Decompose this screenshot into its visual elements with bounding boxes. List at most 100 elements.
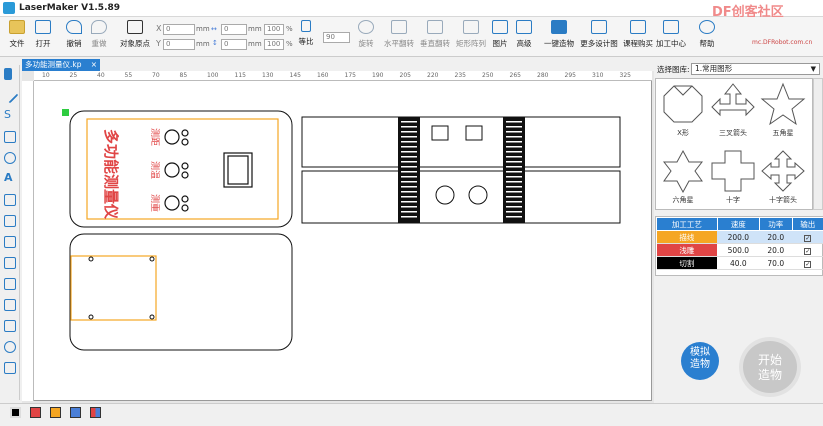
toolbar: 文件 打开 撤销 重做 对象原点 X 0 mm Y 0 mm ↔ 0 mm ↕ …: [0, 17, 823, 57]
eraser-tool-icon[interactable]: [4, 257, 16, 269]
more-designs-button[interactable]: 更多设计图: [580, 20, 618, 54]
hinge-slit: [506, 211, 522, 213]
label-temperature: 测温: [149, 161, 160, 179]
round-cut-1: [435, 185, 455, 205]
scale-y-input[interactable]: 100: [264, 39, 284, 50]
hinge-slit: [401, 191, 417, 193]
shape-library-scrollbar[interactable]: [813, 78, 823, 210]
watermark-url: mc.DFRobot.com.cn: [752, 39, 813, 46]
process-power[interactable]: 70.0: [759, 256, 793, 270]
table-row[interactable]: 浅雕 500.0 20.0 ✓: [656, 243, 823, 257]
simulate-button[interactable]: 模拟 造物: [681, 342, 719, 380]
help-icon: [699, 20, 715, 34]
undo-button[interactable]: 撤销: [63, 20, 85, 54]
shape-six-star[interactable]: 六角星: [660, 149, 706, 204]
swatch-blue[interactable]: [70, 407, 81, 418]
shape-cross[interactable]: 十字: [710, 149, 756, 204]
process-center-button[interactable]: 加工中心: [655, 20, 687, 54]
buy-course-button[interactable]: 课程购买: [622, 20, 654, 54]
close-tab-icon[interactable]: ×: [91, 59, 97, 71]
cross-arrow-icon: [761, 150, 805, 192]
rotate-button[interactable]: 旋转: [354, 20, 378, 54]
process-name[interactable]: 描线: [656, 230, 718, 244]
shape-x[interactable]: X形: [660, 82, 706, 137]
redo-button[interactable]: 重做: [88, 20, 110, 54]
design-canvas[interactable]: 多功能测量仪 测距 测温 测重: [34, 81, 652, 401]
align-tool-icon[interactable]: [4, 299, 16, 311]
swatch-red[interactable]: [30, 407, 41, 418]
swatch-black[interactable]: [10, 407, 21, 418]
left-toolbox: S A: [0, 65, 20, 400]
curve-tool-icon[interactable]: S: [4, 109, 16, 122]
pin-tool-icon[interactable]: [4, 320, 16, 332]
rectangle-tool-icon[interactable]: [4, 131, 16, 143]
frame-tool-icon[interactable]: [4, 236, 16, 248]
swatch-multi[interactable]: [90, 407, 101, 418]
y-input[interactable]: 0: [163, 39, 195, 50]
one-click-make-button[interactable]: 一键造物: [542, 20, 576, 54]
output-checkbox[interactable]: ✓: [804, 234, 812, 242]
open-file-icon: [35, 20, 51, 34]
line-tool-icon[interactable]: [1, 86, 19, 104]
open-button[interactable]: 打开: [32, 20, 54, 54]
output-checkbox[interactable]: ✓: [804, 260, 812, 268]
process-speed[interactable]: 200.0: [717, 230, 760, 244]
swatch-orange[interactable]: [50, 407, 61, 418]
x-label: X: [156, 24, 162, 33]
shield-tool-icon[interactable]: [4, 341, 16, 353]
header-process: 加工工艺: [656, 217, 718, 231]
flip-horizontal-icon: [391, 20, 407, 34]
edit-node-icon[interactable]: [4, 194, 16, 206]
shape-five-star[interactable]: 五角星: [760, 82, 806, 137]
library-selector: 选择图库: 1.常用图形 ▼: [655, 63, 820, 75]
height-input[interactable]: 0: [221, 39, 247, 50]
rotate-angle-select[interactable]: 90: [323, 32, 350, 43]
ruler-tick-label: 70: [152, 72, 160, 79]
process-name[interactable]: 切割: [656, 256, 718, 270]
process-power[interactable]: 20.0: [759, 230, 793, 244]
ruler-tick-label: 115: [234, 72, 246, 79]
width-input[interactable]: 0: [221, 24, 247, 35]
image-button[interactable]: 图片: [489, 20, 511, 54]
process-name[interactable]: 浅雕: [656, 243, 718, 257]
machine-icon: [663, 20, 679, 34]
scale-x-input[interactable]: 100: [264, 24, 284, 35]
flip-vertical-button[interactable]: 垂直翻转: [418, 20, 452, 54]
table-row[interactable]: 描线 200.0 20.0 ✓: [656, 230, 823, 244]
process-power[interactable]: 20.0: [759, 243, 793, 257]
select-tool-icon[interactable]: [4, 68, 12, 80]
redo-icon: [91, 20, 107, 34]
ellipse-tool-icon[interactable]: [4, 152, 16, 164]
shape-cross-arrow[interactable]: 十字箭头: [760, 149, 806, 204]
measure-tool-icon[interactable]: [4, 278, 16, 290]
rect-array-button[interactable]: 矩形阵列: [454, 20, 488, 54]
object-origin-button[interactable]: 对象原点: [118, 20, 152, 54]
window-cut-1: [431, 125, 449, 141]
document-tab[interactable]: 多功能测量仪.kp ×: [22, 59, 100, 71]
shape-trident-arrow[interactable]: 三叉箭头: [710, 82, 756, 137]
flip-horizontal-button[interactable]: 水平翻转: [382, 20, 416, 54]
trident-arrow-icon: [711, 83, 755, 117]
table-tool-icon[interactable]: [4, 215, 16, 227]
table-row[interactable]: 切割 40.0 70.0 ✓: [656, 256, 823, 270]
hinge-slit: [506, 166, 522, 168]
file-button[interactable]: 文件: [6, 20, 28, 54]
x-input[interactable]: 0: [163, 24, 195, 35]
hinge-slit: [401, 206, 417, 208]
ratio-lock-button[interactable]: 等比: [295, 20, 317, 54]
hinge-slit: [506, 191, 522, 193]
ruler-tick-label: 265: [509, 72, 521, 79]
origin-marker: [62, 109, 69, 116]
camera-tool-icon[interactable]: [4, 362, 16, 374]
help-button[interactable]: 帮助: [696, 20, 718, 54]
library-label: 选择图库:: [657, 65, 690, 74]
output-checkbox[interactable]: ✓: [804, 247, 812, 255]
advanced-button[interactable]: 高级: [513, 20, 535, 54]
sensor-holes: [164, 129, 253, 212]
process-speed[interactable]: 40.0: [717, 256, 760, 270]
text-tool-icon[interactable]: A: [4, 172, 16, 185]
library-dropdown[interactable]: 1.常用图形 ▼: [691, 63, 820, 75]
label-distance: 测距: [149, 128, 160, 146]
process-speed[interactable]: 500.0: [717, 243, 760, 257]
start-button[interactable]: 开始 造物: [739, 337, 801, 397]
